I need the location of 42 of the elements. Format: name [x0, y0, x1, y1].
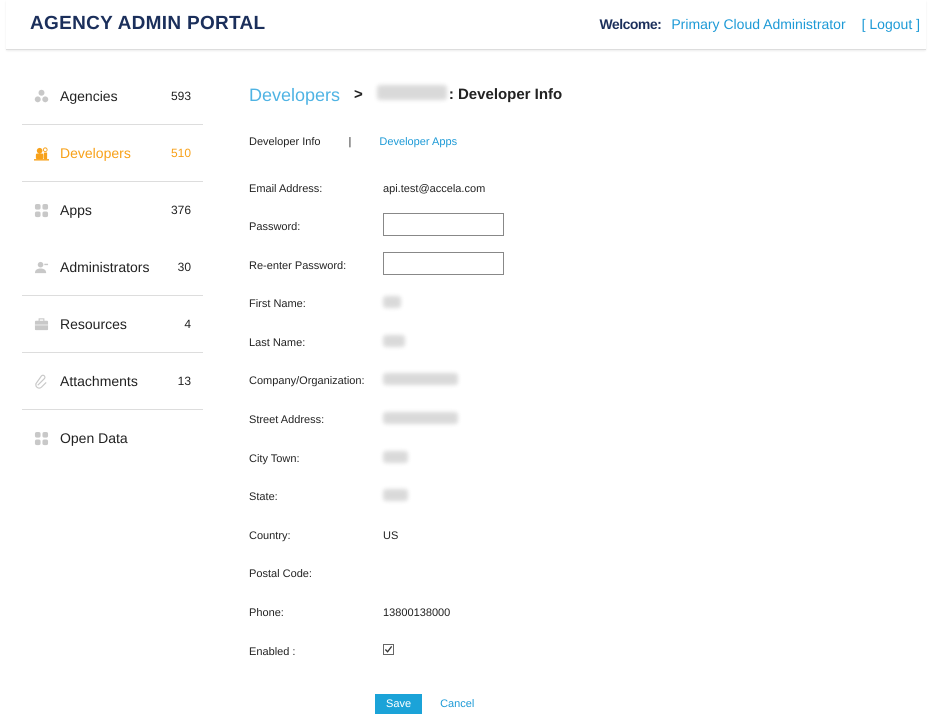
- sidebar-item[interactable]: Administrators 30: [22, 239, 203, 296]
- field-label: State:: [249, 490, 279, 506]
- sidebar-item[interactable]: Attachments 13: [22, 353, 203, 410]
- sidebar-item[interactable]: Resources 4: [22, 296, 203, 353]
- field-label: Enabled :: [249, 644, 296, 660]
- password-field[interactable]: [383, 252, 504, 275]
- field-label: City Town:: [249, 452, 301, 467]
- sidebar-item[interactable]: Agencies 593: [22, 68, 203, 125]
- enabled-checkbox[interactable]: [383, 644, 394, 655]
- field-label: Company/Organization:: [249, 374, 366, 390]
- field-value: 13800138000: [383, 606, 450, 622]
- blurred-text: [383, 489, 408, 502]
- field-value: api.test@accela.com: [383, 182, 486, 196]
- people-icon: [34, 146, 49, 160]
- field-label: Email Address:: [249, 182, 324, 196]
- blurred-text: [383, 450, 408, 463]
- field-label: Postal Code:: [249, 567, 313, 582]
- circles-icon: [34, 88, 49, 104]
- page-heading: : Developer Info: [448, 85, 562, 106]
- welcome-label: Welcome:: [599, 15, 662, 34]
- grid-icon: [34, 430, 49, 446]
- blurred-text: [383, 296, 401, 308]
- field-label: First Name:: [249, 297, 307, 312]
- field-label: Street Address:: [249, 413, 326, 428]
- password-field[interactable]: [383, 213, 504, 236]
- grid-icon: [34, 202, 49, 218]
- blurred-text: [383, 334, 405, 347]
- sidebar-item[interactable]: Open Data: [22, 410, 203, 467]
- field-label: Phone:: [249, 606, 285, 622]
- briefcase-icon: [34, 316, 49, 332]
- tab-divider: |: [348, 135, 352, 150]
- field-label: Password:: [249, 220, 302, 236]
- field-label: Re-enter Password:: [249, 258, 348, 274]
- paperclip-icon: [34, 374, 49, 388]
- field-label: Last Name:: [249, 336, 306, 351]
- tab[interactable]: Developer Info: [249, 134, 321, 150]
- field-value: US: [383, 528, 398, 544]
- breadcrumb-separator: >: [354, 85, 363, 106]
- field-label: Country:: [249, 528, 292, 544]
- person-icon: [34, 260, 49, 274]
- portal-title: AGENCY ADMIN PORTAL: [30, 12, 266, 36]
- sidebar-item[interactable]: Apps 376: [22, 182, 203, 239]
